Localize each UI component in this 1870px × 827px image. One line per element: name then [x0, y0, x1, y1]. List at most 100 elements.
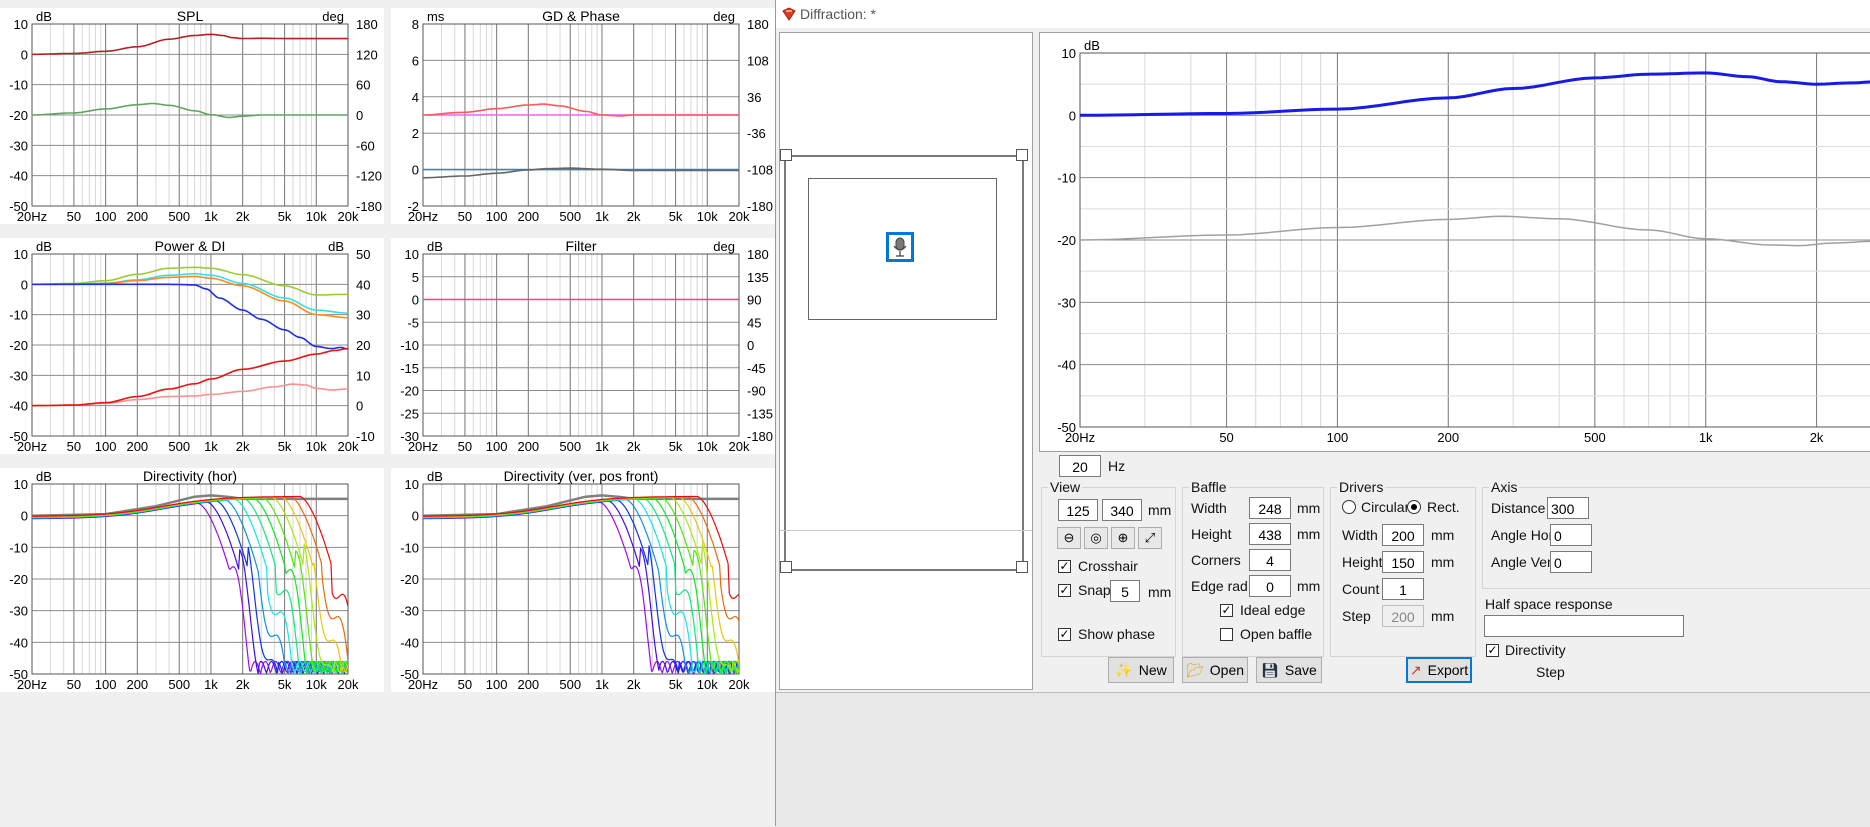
crosshair-label: Crosshair [1078, 558, 1138, 574]
y-tick-label: -30 [1057, 295, 1076, 310]
power-di-chart: 10 0 -10 -20 -30 -40 -50 50 40 30 20 10 0 -10 20Hz 50 10… [0, 238, 384, 454]
r-tick-label: 50 [356, 247, 370, 262]
snap-input[interactable]: 5 [1110, 580, 1140, 602]
x-tick-label: 5k [669, 677, 683, 692]
left-unit-label: dB [36, 469, 52, 484]
x-tick-label: 20k [729, 439, 750, 454]
half-space-dropdown[interactable] [1484, 615, 1684, 637]
y-tick-label: -30 [400, 604, 419, 619]
y-tick-label: 8 [412, 17, 419, 32]
r-tick-label: -135 [747, 406, 773, 421]
y-tick-label: -10 [1057, 171, 1076, 186]
x-tick-label: 200 [126, 209, 148, 224]
save-button-label: Save [1284, 662, 1317, 678]
r-tick-label: -90 [747, 384, 766, 399]
resize-handle-bl[interactable] [780, 561, 792, 573]
x-tick-label: 10k [697, 439, 718, 454]
filter-svg: 1050-5-10-15-20-25-3018013590450-45-90-1… [391, 238, 775, 454]
axis-angle-hor-input[interactable]: 0 [1550, 524, 1592, 546]
open-button[interactable]: 📂︎ Open [1182, 657, 1248, 683]
baffle-width-input[interactable]: 248 [1249, 497, 1291, 519]
ideal-edge-checkbox[interactable]: ✓ [1220, 604, 1233, 617]
driver-step-label: Step [1342, 608, 1371, 624]
view-width-input[interactable]: 125 [1058, 499, 1098, 521]
baffle-height-input[interactable]: 438 [1249, 523, 1291, 545]
y-tick-label: 0 [21, 277, 28, 292]
snap-checkbox[interactable]: ✓ [1058, 584, 1071, 597]
x-tick-label: 500 [559, 439, 581, 454]
x-tick-label: 1k [595, 209, 609, 224]
x-tick-label: 50 [458, 439, 472, 454]
fullscreen-icon[interactable]: ⤢ [1138, 527, 1162, 549]
r-tick-label: -180 [747, 199, 773, 214]
folder-icon: 📂︎ [1185, 661, 1204, 678]
r-tick-label: -60 [356, 138, 375, 153]
x-tick-label: 10k [697, 209, 718, 224]
x-tick-label: 10k [306, 209, 327, 224]
export-button[interactable]: ↗ Export [1406, 657, 1472, 683]
y-tick-label: -30 [9, 604, 28, 619]
x-tick-label: 50 [67, 209, 81, 224]
r-tick-label: 60 [356, 78, 370, 93]
driver-count-input[interactable]: 1 [1382, 578, 1424, 600]
x-tick-label: 2k [236, 677, 250, 692]
show-phase-checkbox[interactable]: ✓ [1058, 628, 1071, 641]
r-tick-label: 0 [356, 399, 363, 414]
view-height-input[interactable]: 340 [1102, 499, 1142, 521]
rect-radio[interactable] [1407, 500, 1421, 514]
left-unit-label: dB [427, 239, 443, 254]
x-tick-label: 20Hz [408, 677, 438, 692]
x-tick-label: 200 [517, 209, 539, 224]
circular-radio[interactable] [1342, 500, 1356, 514]
left-unit-label: dB [36, 9, 52, 24]
new-button[interactable]: ✨ New [1108, 657, 1174, 683]
baffle-height-label: Height [1191, 526, 1232, 542]
chart-title: Power & DI [155, 238, 226, 254]
y-tick-label: 2 [412, 126, 419, 141]
r-tick-label: 40 [356, 277, 370, 292]
right-unit-label: dB [328, 239, 344, 254]
open-baffle-checkbox[interactable] [1220, 628, 1233, 641]
baffle-edge-input[interactable]: 0 [1249, 575, 1291, 597]
zoom-in-icon[interactable]: ⊕ [1111, 527, 1135, 549]
x-tick-label: 200 [1437, 430, 1459, 445]
x-tick-label: 200 [126, 677, 148, 692]
export-icon: ↗ [1409, 661, 1422, 678]
zoom-fit-icon[interactable]: ◎ [1084, 527, 1108, 549]
x-tick-label: 100 [486, 209, 508, 224]
axis-distance-input[interactable]: 300 [1547, 497, 1589, 519]
save-button[interactable]: 💾︎ Save [1256, 657, 1322, 683]
driver-width-input[interactable]: 200 [1382, 524, 1424, 546]
resize-handle-tr[interactable] [1016, 149, 1028, 161]
y-tick-label: 6 [412, 53, 419, 68]
top-toolbar-remnant [0, 0, 775, 8]
axis-angle-ver-input[interactable]: 0 [1550, 551, 1592, 573]
open-button-label: Open [1209, 662, 1245, 678]
resize-handle-br[interactable] [1016, 561, 1028, 573]
directivity-checkbox[interactable]: ✓ [1486, 644, 1499, 657]
zoom-out-icon[interactable]: ⊖ [1057, 527, 1081, 549]
title-bar[interactable]: Diffraction: * [776, 0, 1870, 28]
x-tick-label: 500 [168, 439, 190, 454]
driver-height-input[interactable]: 150 [1382, 551, 1424, 573]
r-tick-label: -36 [747, 126, 766, 141]
baffle-canvas[interactable] [779, 32, 1033, 690]
driver-step-unit: mm [1431, 608, 1455, 624]
axis-angle-ver-label: Angle Ver [1491, 554, 1552, 570]
x-tick-label: 500 [559, 677, 581, 692]
baffle-group-title: Baffle [1189, 479, 1229, 495]
spl-chart: 10 0 -10 -20 -30 -40 -50 180 120 60 0 -60 -120 -180 20… [0, 8, 384, 224]
frequency-input[interactable]: 20 [1059, 455, 1101, 477]
x-tick-label: 20k [729, 677, 750, 692]
baffle-corners-input[interactable]: 4 [1249, 549, 1291, 571]
y-tick-label: -20 [9, 572, 28, 587]
r-tick-label: -108 [747, 163, 773, 178]
resize-handle-tl[interactable] [780, 149, 792, 161]
x-tick-label: 1k [595, 439, 609, 454]
crosshair-checkbox[interactable]: ✓ [1058, 560, 1071, 573]
x-tick-label: 10k [306, 677, 327, 692]
y-tick-label: -30 [9, 138, 28, 153]
microphone-icon[interactable] [886, 232, 914, 262]
canvas-divider [780, 530, 1032, 531]
x-tick-label: 20k [338, 209, 359, 224]
